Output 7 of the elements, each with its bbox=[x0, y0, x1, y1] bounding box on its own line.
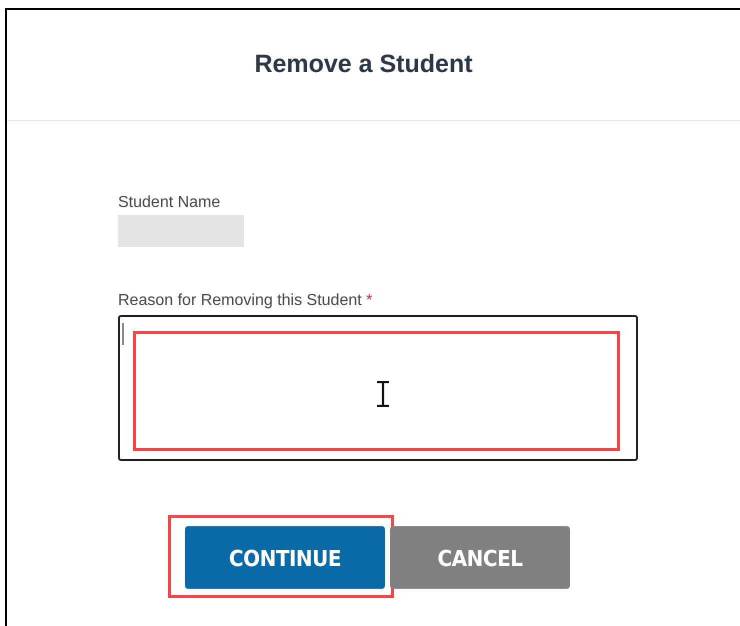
reason-input-field[interactable] bbox=[118, 315, 638, 461]
continue-button[interactable]: CONTINUE bbox=[185, 526, 385, 589]
dialog-title: Remove a Student bbox=[254, 49, 473, 80]
text-cursor-icon bbox=[375, 381, 391, 407]
cancel-button[interactable]: CANCEL bbox=[390, 526, 570, 589]
field-label: Student Name bbox=[118, 193, 222, 213]
field-label: Reason for Removing this Student * bbox=[118, 291, 374, 311]
